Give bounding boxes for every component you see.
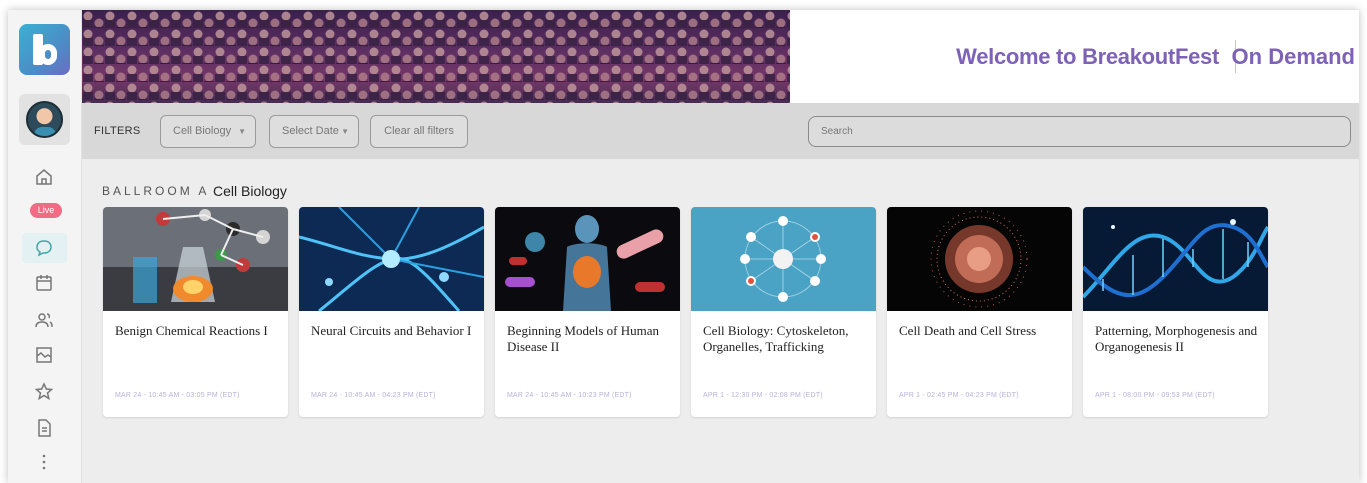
date-filter-value: Select Date (282, 125, 339, 137)
session-thumbnail (103, 207, 288, 311)
session-card[interactable]: Cell Death and Cell Stress APR 1 - 02:45… (887, 207, 1072, 417)
header: Welcome to BreakoutFest On Demand (790, 10, 1359, 103)
section-topic: Cell Biology (213, 183, 287, 199)
session-thumbnail (887, 207, 1072, 311)
sidebar: Live (8, 10, 82, 483)
people-icon[interactable] (32, 308, 56, 332)
session-thumbnail (495, 207, 680, 311)
chat-icon[interactable] (32, 236, 56, 260)
page-title: Welcome to BreakoutFest (956, 44, 1219, 69)
search-input[interactable]: Search (808, 116, 1351, 147)
session-time: MAR 24 - 10:45 AM - 03:05 PM (EDT) (115, 392, 240, 399)
session-title[interactable]: Beginning Models of Human Disease II (507, 323, 672, 355)
session-time: APR 1 - 12:30 PM - 02:08 PM (EDT) (703, 392, 823, 399)
session-card[interactable]: Beginning Models of Human Disease II MAR… (495, 207, 680, 417)
session-title[interactable]: Cell Biology: Cytoskeleton, Organelles, … (703, 323, 868, 355)
home-icon[interactable] (32, 165, 56, 189)
session-card[interactable]: Benign Chemical Reactions I MAR 24 - 10:… (103, 207, 288, 417)
header-banner-image (82, 10, 790, 103)
session-time: APR 1 - 02:45 PM - 04:23 PM (EDT) (899, 392, 1019, 399)
session-thumbnail (1083, 207, 1268, 311)
category-filter-value: Cell Biology (173, 125, 232, 137)
app-window: Live Welcome to BreakoutFest On Demand F… (8, 10, 1359, 483)
document-icon[interactable] (32, 416, 56, 440)
chevron-down-icon: ▼ (238, 127, 246, 136)
live-badge[interactable]: Live (30, 203, 62, 218)
section-room: BALLROOM A (102, 184, 210, 198)
filters-label: FILTERS (94, 125, 141, 137)
user-avatar-button[interactable] (19, 94, 70, 145)
chevron-down-icon: ▼ (341, 127, 349, 136)
date-filter-dropdown[interactable]: Select Date ▼ (269, 115, 359, 148)
app-logo[interactable] (19, 24, 70, 75)
session-card[interactable]: Neural Circuits and Behavior I MAR 24 - … (299, 207, 484, 417)
star-icon[interactable] (32, 380, 56, 404)
session-time: MAR 24 - 10:45 AM - 04:23 PM (EDT) (311, 392, 436, 399)
session-card[interactable]: Patterning, Morphogenesis and Organogene… (1083, 207, 1268, 417)
session-thumbnail (299, 207, 484, 311)
session-title[interactable]: Patterning, Morphogenesis and Organogene… (1095, 323, 1260, 355)
session-title[interactable]: Benign Chemical Reactions I (115, 323, 280, 339)
session-card[interactable]: Cell Biology: Cytoskeleton, Organelles, … (691, 207, 876, 417)
clear-filters-button[interactable]: Clear all filters (370, 115, 468, 148)
avatar (26, 101, 63, 138)
on-demand-label: On Demand (1231, 44, 1355, 69)
session-title[interactable]: Neural Circuits and Behavior I (311, 323, 476, 339)
filters-bar: FILTERS Cell Biology ▼ Select Date ▼ Cle… (82, 103, 1359, 159)
clear-filters-label: Clear all filters (384, 125, 454, 137)
calendar-icon[interactable] (32, 271, 56, 295)
session-time: MAR 24 - 10:45 AM - 10:23 PM (EDT) (507, 392, 632, 399)
category-filter-dropdown[interactable]: Cell Biology ▼ (160, 115, 256, 148)
more-icon[interactable] (32, 450, 56, 474)
gallery-icon[interactable] (32, 343, 56, 367)
session-time: APR 1 - 08:00 PM - 09:53 PM (EDT) (1095, 392, 1215, 399)
session-title[interactable]: Cell Death and Cell Stress (899, 323, 1064, 339)
session-thumbnail (691, 207, 876, 311)
